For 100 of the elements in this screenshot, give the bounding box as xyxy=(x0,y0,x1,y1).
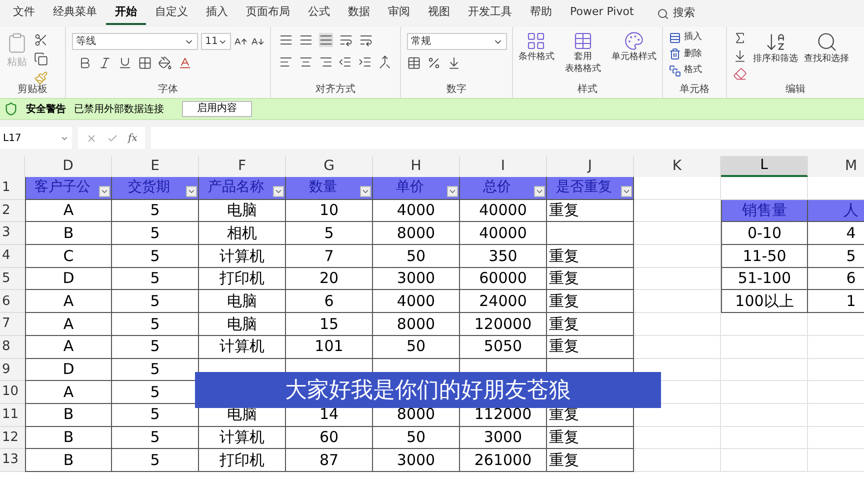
row-number[interactable]: 4 xyxy=(0,245,25,268)
table-cell: 3000 xyxy=(373,449,460,472)
table-header: 总价 xyxy=(483,178,511,198)
menu-tab[interactable]: 开发工具 xyxy=(459,2,521,24)
number-format-field[interactable]: 常规 xyxy=(407,33,507,50)
row-number[interactable]: 1 xyxy=(0,177,25,200)
table-cell: 打印机 xyxy=(199,268,286,290)
row-number[interactable]: 6 xyxy=(0,290,25,314)
menu-tab[interactable]: 文件 xyxy=(4,2,44,24)
group-label: 字体 xyxy=(157,85,179,97)
table-cell: 11-50 xyxy=(721,245,808,268)
table-header: 客户子公 xyxy=(34,178,90,198)
menu-tab[interactable]: 插入 xyxy=(197,2,237,24)
table-header: 产品名称 xyxy=(208,178,264,198)
table-cell: 51-100 xyxy=(721,268,808,290)
table-cell: 60 xyxy=(286,426,373,450)
table-cell: 5 xyxy=(112,449,199,472)
table-cell: A xyxy=(25,336,112,358)
row-number[interactable]: 2 xyxy=(0,200,25,222)
row-number[interactable]: 8 xyxy=(0,336,25,358)
table-cell: B xyxy=(25,222,112,246)
table-cell: 3000 xyxy=(373,268,460,290)
group-label: 编辑 xyxy=(784,85,806,97)
row-number[interactable]: 7 xyxy=(0,313,25,336)
insert-function-button[interactable]: fx xyxy=(128,130,138,146)
cells-button[interactable]: 插入 xyxy=(684,31,702,44)
group-label: 数字 xyxy=(446,85,468,97)
subtitle-banner: 大家好我是你们的好朋友苍狼 xyxy=(195,372,661,408)
table-header: 单价 xyxy=(396,178,424,198)
table-cell: 100以上 xyxy=(721,290,808,314)
table-cell: 87 xyxy=(286,449,373,472)
table-cell: 0-10 xyxy=(721,222,808,246)
table-cell: 50 xyxy=(373,245,460,268)
table-header: 交货期 xyxy=(128,178,170,198)
table-cell: 电脑 xyxy=(199,290,286,314)
editing-button[interactable]: 查找和选择 xyxy=(804,53,849,66)
table-cell: 5 xyxy=(286,222,373,246)
style-button[interactable]: 条件格式 xyxy=(518,51,554,63)
table-cell: 5 xyxy=(112,336,199,358)
table-cell: 5 xyxy=(112,290,199,314)
table-cell: 电脑 xyxy=(199,200,286,222)
search-label[interactable]: 搜索 xyxy=(672,5,695,22)
table-cell: 5 xyxy=(112,313,199,336)
menu-tab[interactable]: 帮助 xyxy=(521,2,561,24)
table-cell: 重复 xyxy=(547,313,634,336)
table-cell: 重复 xyxy=(547,268,634,290)
table-cell: 重复 xyxy=(547,336,634,358)
table-cell: 20 xyxy=(286,268,373,290)
table-cell: 50 xyxy=(373,336,460,358)
style-button[interactable]: 套用 表格格式 xyxy=(564,51,601,75)
table-cell: 120000 xyxy=(460,313,547,336)
row-number[interactable]: 10 xyxy=(0,381,25,404)
table-cell: 8000 xyxy=(373,313,460,336)
font-name-field[interactable]: 等线 xyxy=(72,33,198,50)
table-cell: 15 xyxy=(286,313,373,336)
table-cell: 重复 xyxy=(547,426,634,450)
table-cell: D xyxy=(25,268,112,290)
table-cell: 6 xyxy=(286,290,373,314)
row-number[interactable]: 5 xyxy=(0,268,25,290)
table-header: 销售量 xyxy=(742,200,787,222)
font-size-field[interactable]: 11 xyxy=(201,33,232,50)
cells-button[interactable]: 删除 xyxy=(684,48,702,61)
row-number[interactable]: 12 xyxy=(0,426,25,450)
table-cell: 8000 xyxy=(373,222,460,246)
table-cell: A xyxy=(25,313,112,336)
table-cell: 5 xyxy=(112,222,199,246)
table-cell: 计算机 xyxy=(199,245,286,268)
group-label: 剪贴板 xyxy=(16,85,48,97)
row-number[interactable]: 11 xyxy=(0,404,25,427)
table-cell: 5 xyxy=(112,426,199,450)
menu-tab[interactable]: 经典菜单 xyxy=(44,2,106,24)
table-cell: 4 xyxy=(808,222,864,246)
style-button[interactable]: 单元格样式 xyxy=(612,51,657,63)
menu-tab[interactable]: 页面布局 xyxy=(237,2,299,24)
menu-tab[interactable]: Power Pivot xyxy=(561,2,643,24)
enable-content-button[interactable]: 启用内容 xyxy=(182,101,252,117)
table-cell: 打印机 xyxy=(199,449,286,472)
column-header[interactable]: M xyxy=(808,156,864,177)
row-number[interactable]: 13 xyxy=(0,449,25,472)
table-cell: 101 xyxy=(286,336,373,358)
editing-button[interactable]: 排序和筛选 xyxy=(753,53,798,66)
cells-button[interactable]: 格式 xyxy=(684,64,702,78)
table-cell: 4000 xyxy=(373,290,460,314)
menu-tab[interactable]: 自定义 xyxy=(146,2,197,24)
table-cell: 350 xyxy=(460,245,547,268)
menu-tab[interactable]: 视图 xyxy=(419,2,459,24)
table-cell: 6 xyxy=(808,268,864,290)
table-cell: 5 xyxy=(112,200,199,222)
menu-tab[interactable]: 审阅 xyxy=(379,2,419,24)
menu-tab[interactable]: 开始 xyxy=(106,2,146,24)
column-header[interactable]: L xyxy=(721,156,808,177)
table-cell: 7 xyxy=(286,245,373,268)
table-cell: C xyxy=(25,245,112,268)
warning-message: 已禁用外部数据连接 xyxy=(74,102,164,116)
row-number[interactable]: 9 xyxy=(0,358,25,382)
name-box[interactable]: L17 xyxy=(0,127,72,149)
row-number[interactable]: 3 xyxy=(0,222,25,246)
table-cell: 5 xyxy=(112,245,199,268)
menu-tab[interactable]: 公式 xyxy=(299,2,339,24)
menu-tab[interactable]: 数据 xyxy=(339,2,379,24)
